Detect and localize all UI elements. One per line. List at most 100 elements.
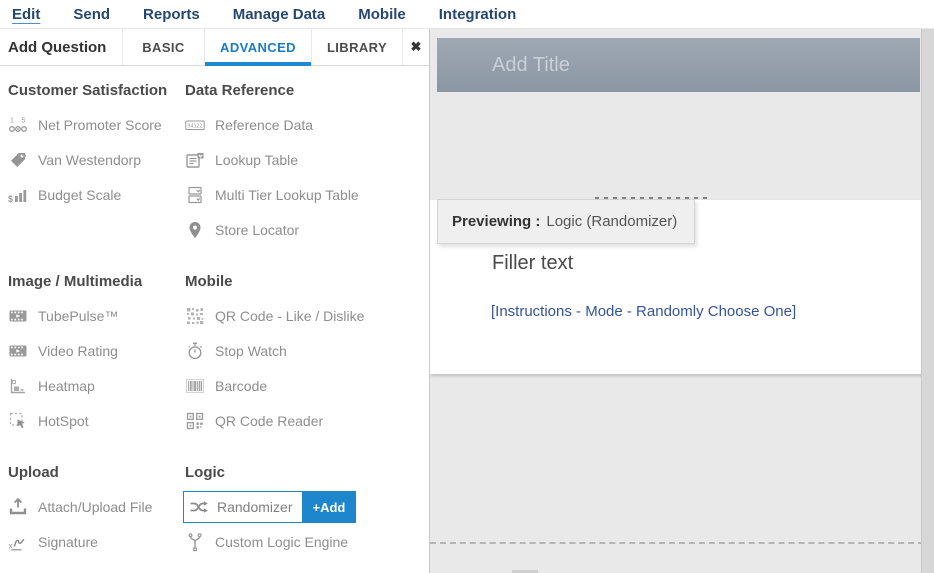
nav-item-edit[interactable]: Edit xyxy=(12,6,40,23)
add-question-tabbar: Add Question BASIC ADVANCED LIBRARY ✖ xyxy=(0,29,429,66)
item-label: QR Code - Like / Dislike xyxy=(215,308,364,324)
question-type-lookup-table[interactable]: Lookup Table xyxy=(185,142,428,177)
item-label: Van Westendorp xyxy=(38,152,141,168)
nav-item-send[interactable]: Send xyxy=(73,6,110,23)
item-label: Barcode xyxy=(215,378,267,394)
price-tag-icon xyxy=(8,150,28,170)
section-header: Mobile xyxy=(185,273,428,290)
section-mobile: Mobile QR Code - Like / Dislike Stop Wat… xyxy=(185,257,428,448)
add-title-placeholder[interactable]: Add Title xyxy=(437,38,920,92)
video-film-icon xyxy=(8,341,28,361)
upload-tray-icon xyxy=(8,497,28,517)
item-label: Reference Data xyxy=(215,117,313,133)
hotspot-cursor-icon xyxy=(8,411,28,431)
tooltip-value: Logic (Randomizer) xyxy=(546,213,677,230)
nav-item-integration[interactable]: Integration xyxy=(439,6,517,23)
multi-tier-lookup-icon xyxy=(185,185,205,205)
section-header: Image / Multimedia xyxy=(8,273,185,290)
video-film-icon xyxy=(8,306,28,326)
heatmap-icon xyxy=(8,376,28,396)
reference-data-icon: 94122 xyxy=(185,115,205,135)
item-label: Signature xyxy=(38,534,98,550)
item-label: Budget Scale xyxy=(38,187,121,203)
section-upload: Upload Attach/Upload File x Signature xyxy=(8,448,185,573)
qr-reader-icon xyxy=(185,411,205,431)
item-label: QR Code Reader xyxy=(215,413,323,429)
section-header: Logic xyxy=(185,464,428,481)
tab-basic[interactable]: BASIC xyxy=(122,29,204,65)
section-header: Upload xyxy=(8,464,185,481)
question-type-video-rating[interactable]: Video Rating xyxy=(8,333,185,368)
qr-code-icon xyxy=(185,306,205,326)
question-type-store-locator[interactable]: Store Locator xyxy=(185,212,428,247)
previewing-tooltip: Previewing : Logic (Randomizer) xyxy=(437,199,695,244)
item-label: Stop Watch xyxy=(215,343,287,359)
svg-text:94122: 94122 xyxy=(187,123,202,129)
page-break-dashed-line xyxy=(430,542,934,544)
tooltip-label: Previewing : xyxy=(452,213,540,230)
item-label: Attach/Upload File xyxy=(38,499,152,515)
add-question-panel: Add Question BASIC ADVANCED LIBRARY ✖ Cu… xyxy=(0,29,430,573)
question-title: Filler text xyxy=(492,252,573,275)
question-type-qr-code-reader[interactable]: QR Code Reader xyxy=(185,403,428,438)
svg-text:$: $ xyxy=(8,194,13,204)
item-label: Net Promoter Score xyxy=(38,117,162,133)
map-pin-icon xyxy=(185,220,205,240)
svg-text:5: 5 xyxy=(22,117,26,124)
question-type-qr-code-like-dislike[interactable]: QR Code - Like / Dislike xyxy=(185,298,428,333)
question-type-attach-upload-file[interactable]: Attach/Upload File xyxy=(8,489,185,524)
budget-bars-icon: $ xyxy=(8,185,28,205)
stopwatch-icon xyxy=(185,341,205,361)
tab-advanced[interactable]: ADVANCED xyxy=(204,29,311,65)
question-type-budget-scale[interactable]: $ Budget Scale xyxy=(8,177,185,212)
item-label: TubePulse™ xyxy=(38,308,118,324)
barcode-icon xyxy=(185,376,205,396)
nav-item-mobile[interactable]: Mobile xyxy=(358,6,406,23)
question-type-van-westendorp[interactable]: Van Westendorp xyxy=(8,142,185,177)
question-type-multi-tier-lookup-table[interactable]: Multi Tier Lookup Table xyxy=(185,177,428,212)
item-label: Randomizer xyxy=(217,499,292,515)
item-label: Lookup Table xyxy=(215,152,298,168)
lookup-table-icon xyxy=(185,150,205,170)
nav-item-manage-data[interactable]: Manage Data xyxy=(233,6,326,23)
scrollbar[interactable] xyxy=(921,29,934,573)
question-type-custom-logic-engine[interactable]: Custom Logic Engine xyxy=(185,524,428,559)
question-type-grid: Customer Satisfaction 15 Net Promoter Sc… xyxy=(0,66,428,573)
close-icon[interactable]: ✖ xyxy=(402,29,429,65)
item-label: Custom Logic Engine xyxy=(215,534,348,550)
section-customer-satisfaction: Customer Satisfaction 15 Net Promoter Sc… xyxy=(8,66,185,257)
question-type-heatmap[interactable]: Heatmap xyxy=(8,368,185,403)
tab-library[interactable]: LIBRARY xyxy=(311,29,402,65)
question-type-barcode[interactable]: Barcode xyxy=(185,368,428,403)
svg-text:x: x xyxy=(9,541,13,550)
item-label: Video Rating xyxy=(38,343,118,359)
panel-title: Add Question xyxy=(0,29,122,65)
nps-scale-icon: 15 xyxy=(8,115,28,135)
question-type-net-promoter-score[interactable]: 15 Net Promoter Score xyxy=(8,107,185,142)
question-type-randomizer[interactable]: Randomizer +Add xyxy=(183,491,356,523)
item-label: Heatmap xyxy=(38,378,95,394)
logic-branch-icon xyxy=(185,532,205,552)
question-type-stop-watch[interactable]: Stop Watch xyxy=(185,333,428,368)
section-data-reference: Data Reference 94122 Reference Data Look… xyxy=(185,66,428,257)
survey-preview-panel: Add Title Filler text [Instructions - Mo… xyxy=(430,29,934,573)
section-image-multimedia: Image / Multimedia TubePulse™ Video Rati… xyxy=(8,257,185,448)
question-type-tubepulse[interactable]: TubePulse™ xyxy=(8,298,185,333)
nav-item-reports[interactable]: Reports xyxy=(143,6,200,23)
section-header: Data Reference xyxy=(185,82,428,99)
section-logic: Logic Randomizer +Add Custom Logic Engin… xyxy=(185,448,428,573)
add-button[interactable]: +Add xyxy=(302,492,355,522)
signature-icon: x xyxy=(8,532,28,552)
survey-builder-screen: Edit Send Reports Manage Data Mobile Int… xyxy=(0,0,934,573)
question-instructions: [Instructions - Mode - Randomly Choose O… xyxy=(491,303,796,320)
shuffle-icon xyxy=(189,497,209,517)
top-navigation: Edit Send Reports Manage Data Mobile Int… xyxy=(0,0,934,29)
item-label: Store Locator xyxy=(215,222,299,238)
svg-text:1: 1 xyxy=(10,117,14,124)
item-label: Multi Tier Lookup Table xyxy=(215,187,359,203)
item-label: HotSpot xyxy=(38,413,89,429)
question-type-signature[interactable]: x Signature xyxy=(8,524,185,559)
question-type-reference-data[interactable]: 94122 Reference Data xyxy=(185,107,428,142)
question-type-hotspot[interactable]: HotSpot xyxy=(8,403,185,438)
section-header: Customer Satisfaction xyxy=(8,82,185,99)
